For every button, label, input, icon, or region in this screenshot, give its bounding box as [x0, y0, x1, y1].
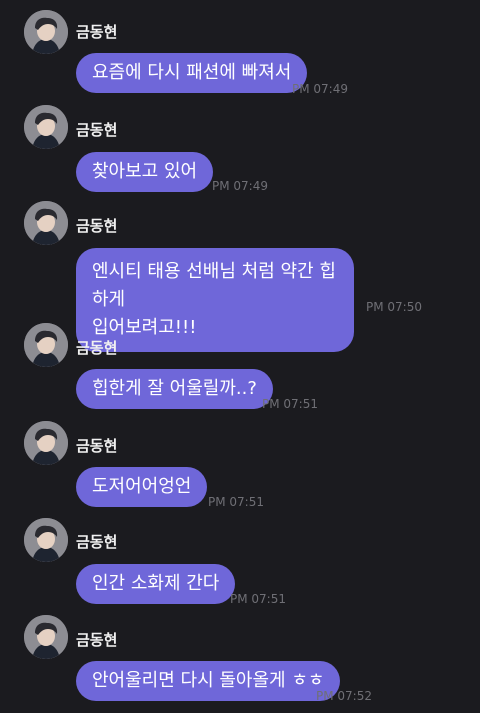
profile-photo-icon [24, 323, 68, 367]
sender-name: 금동현 [76, 631, 118, 649]
message-bubble[interactable]: 안어울리면 다시 돌아올게 ㅎㅎ [76, 661, 341, 701]
message-time: PM 07:49 [292, 82, 348, 96]
avatar[interactable] [24, 10, 68, 54]
sender-name: 금동현 [76, 437, 118, 455]
sender-name: 금동현 [76, 23, 118, 41]
profile-photo-icon [24, 105, 68, 149]
avatar[interactable] [24, 421, 68, 465]
profile-photo-icon [24, 201, 68, 245]
message-bubble[interactable]: 요즘에 다시 패션에 빠져서 [76, 53, 308, 93]
message-line: 입어보려고!!! [92, 317, 197, 338]
avatar[interactable] [24, 615, 68, 659]
sender-name: 금동현 [76, 533, 118, 551]
message-time: PM 07:50 [366, 300, 422, 314]
profile-photo-icon [24, 615, 68, 659]
avatar[interactable] [24, 201, 68, 245]
message-bubble[interactable]: 엔시티 태용 선배님 처럼 약간 힙하게 입어보려고!!! [76, 248, 354, 352]
profile-photo-icon [24, 10, 68, 54]
message-bubble[interactable]: 찾아보고 있어 [76, 152, 214, 192]
profile-photo-icon [24, 421, 68, 465]
message-time: PM 07:49 [212, 179, 268, 193]
avatar[interactable] [24, 323, 68, 367]
message-bubble[interactable]: 도저어어엉언 [76, 467, 208, 507]
message-time: PM 07:52 [316, 689, 372, 703]
chat-thread: 금동현 요즘에 다시 패션에 빠져서 PM 07:49 금동현 찾아보고 있어 … [0, 0, 480, 713]
sender-name: 금동현 [76, 339, 118, 357]
sender-name: 금동현 [76, 121, 118, 139]
avatar[interactable] [24, 105, 68, 149]
message-time: PM 07:51 [208, 495, 264, 509]
profile-photo-icon [24, 518, 68, 562]
avatar[interactable] [24, 518, 68, 562]
message-time: PM 07:51 [230, 592, 286, 606]
sender-name: 금동현 [76, 217, 118, 235]
message-time: PM 07:51 [262, 397, 318, 411]
message-bubble[interactable]: 힙한게 잘 어울릴까..? [76, 369, 273, 409]
message-bubble[interactable]: 인간 소화제 간다 [76, 564, 236, 604]
message-line: 엔시티 태용 선배님 처럼 약간 힙하게 [92, 261, 336, 310]
